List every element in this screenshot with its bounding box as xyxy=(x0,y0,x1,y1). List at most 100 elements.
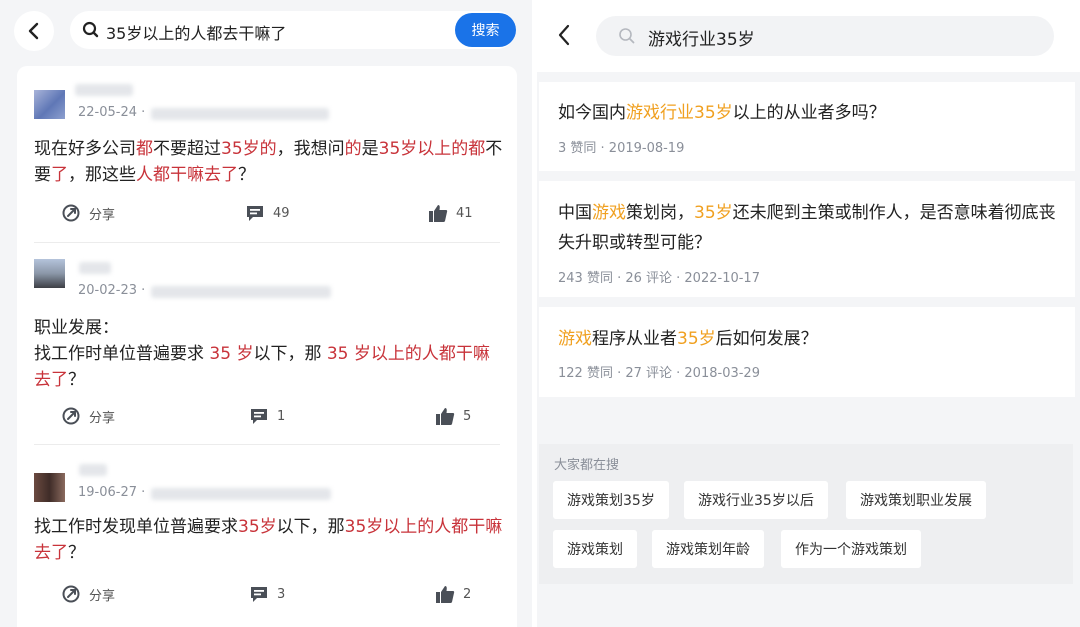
trending-tag[interactable]: 游戏策划职业发展 xyxy=(846,481,986,519)
search-result[interactable]: 游戏程序从业者35岁后如何发展？ 122 赞同 · 27 评论 · 2018-0… xyxy=(539,307,1075,397)
divider xyxy=(34,242,500,243)
search-input[interactable]: 游戏行业35岁 xyxy=(648,25,755,50)
post-date: 22-05-24 · xyxy=(78,105,146,120)
text-segment: ？ xyxy=(68,370,85,390)
avatar[interactable] xyxy=(34,259,65,288)
comment-icon xyxy=(247,206,263,221)
avatar[interactable] xyxy=(34,473,65,502)
highlighted-keyword: 都 xyxy=(136,139,153,159)
post-text[interactable]: 职业发展： 找工作时单位普遍要求 35 岁以下，那 35 岁以上的人都干嘛去了？ xyxy=(34,315,504,393)
comment-count: 1 xyxy=(277,408,286,424)
like-button[interactable]: 2 xyxy=(435,584,471,604)
search-icon xyxy=(619,28,635,44)
share-button[interactable]: 分享 xyxy=(61,584,115,604)
search-icon xyxy=(82,21,99,38)
highlighted-keyword: 人都干嘛去了 xyxy=(136,165,238,185)
username xyxy=(75,84,133,96)
text-segment: 是 xyxy=(361,139,379,159)
text-segment: 职业发展： xyxy=(34,318,119,338)
highlighted-keyword: 的 xyxy=(344,139,362,159)
comment-button[interactable]: 3 xyxy=(249,584,285,604)
post-text[interactable]: 找工作时发现单位普遍要求35岁以下，那35岁以上的人都干嘛去了？ xyxy=(34,514,504,566)
search-input[interactable]: 35岁以上的人都去干嘛了 xyxy=(106,20,286,44)
highlighted-keyword: 35岁 xyxy=(677,329,716,349)
text-segment: 现在好多公司 xyxy=(34,139,136,159)
like-count: 41 xyxy=(456,205,473,221)
text-segment: 程序从业者 xyxy=(592,329,677,349)
share-label: 分享 xyxy=(89,588,116,604)
post-date: 20-02-23 · xyxy=(78,283,146,298)
like-button[interactable]: 41 xyxy=(428,203,473,223)
back-button[interactable] xyxy=(557,24,571,50)
share-label: 分享 xyxy=(89,410,116,426)
comment-icon xyxy=(251,409,267,424)
text-segment: 中国 xyxy=(558,203,592,223)
result-meta: 3 赞同 · 2019-08-19 xyxy=(558,141,685,156)
like-icon xyxy=(436,408,455,425)
username xyxy=(79,464,107,476)
search-button[interactable]: 搜索 xyxy=(455,13,516,47)
share-icon xyxy=(62,204,80,222)
share-label: 分享 xyxy=(89,207,116,223)
right-panel: 游戏行业35岁 如今国内游戏行业35岁以上的从业者多吗？ 3 赞同 · 2019… xyxy=(537,0,1080,627)
comment-button[interactable]: 49 xyxy=(245,203,290,223)
back-icon xyxy=(28,22,39,40)
share-button[interactable]: 分享 xyxy=(61,406,115,426)
text-segment: 以下，那 xyxy=(253,344,327,364)
highlighted-keyword: 游戏行业35岁 xyxy=(626,103,733,123)
left-panel: 35岁以上的人都去干嘛了 搜索 22-05-24 · 现在好多公司都不要超过35… xyxy=(0,0,532,627)
comment-button[interactable]: 1 xyxy=(249,406,285,426)
trending-tag[interactable]: 游戏行业35岁以后 xyxy=(684,481,828,519)
username xyxy=(79,262,111,274)
trending-tag[interactable]: 游戏策划年龄 xyxy=(652,530,764,568)
search-bar[interactable]: 35岁以上的人都去干嘛了 搜索 xyxy=(70,11,516,49)
like-count: 2 xyxy=(463,586,472,602)
avatar[interactable] xyxy=(34,90,65,119)
answers-list: 22-05-24 · 现在好多公司都不要超过35岁的，我想问的是35岁以上的都不… xyxy=(17,66,517,627)
trending-tag[interactable]: 游戏策划 xyxy=(553,530,637,568)
text-segment: ，我想问 xyxy=(276,139,345,159)
highlighted-keyword: 游戏 xyxy=(558,329,592,349)
highlighted-keyword: 35岁 xyxy=(238,517,277,537)
like-button[interactable]: 5 xyxy=(435,406,471,426)
highlighted-keyword: 35岁 xyxy=(694,203,733,223)
text-segment: 如今国内 xyxy=(558,103,626,123)
trending-tag[interactable]: 游戏策划35岁 xyxy=(553,481,669,519)
highlighted-keyword: 35 岁 xyxy=(209,344,254,364)
text-segment: ？ xyxy=(68,543,85,563)
trending-title: 大家都在搜 xyxy=(554,458,620,473)
back-button[interactable] xyxy=(14,11,54,51)
comment-icon xyxy=(251,587,267,602)
header: 游戏行业35岁 xyxy=(537,0,1080,72)
text-segment: 找工作时单位普遍要求 xyxy=(34,344,210,364)
highlighted-keyword: 了 xyxy=(51,165,68,185)
post-source xyxy=(151,108,329,120)
post-text[interactable]: 现在好多公司都不要超过35岁的，我想问的是35岁以上的都不要了，那这些人都干嘛去… xyxy=(34,136,504,188)
search-result[interactable]: 中国游戏策划岗，35岁还未爬到主策或制作人，是否意味着彻底丧失升职或转型可能？ … xyxy=(539,181,1075,297)
result-title[interactable]: 中国游戏策划岗，35岁还未爬到主策或制作人，是否意味着彻底丧失升职或转型可能？ xyxy=(558,198,1058,258)
text-segment: 后如何发展？ xyxy=(715,329,818,349)
result-meta: 122 赞同 · 27 评论 · 2018-03-29 xyxy=(558,366,760,381)
result-meta: 243 赞同 · 26 评论 · 2022-10-17 xyxy=(558,271,760,286)
back-icon xyxy=(558,24,570,46)
search-bar[interactable]: 游戏行业35岁 xyxy=(596,16,1054,56)
search-result[interactable]: 如今国内游戏行业35岁以上的从业者多吗？ 3 赞同 · 2019-08-19 xyxy=(539,82,1075,171)
post-date: 19-06-27 · xyxy=(78,485,146,500)
like-icon xyxy=(429,205,448,222)
text-segment: 以下，那 xyxy=(276,517,345,537)
text-segment: 不要超过 xyxy=(153,139,221,159)
highlighted-keyword: 35岁的 xyxy=(221,139,277,159)
result-title[interactable]: 如今国内游戏行业35岁以上的从业者多吗？ xyxy=(558,98,1058,128)
text-segment: ？ xyxy=(238,165,255,185)
trending-tag[interactable]: 作为一个游戏策划 xyxy=(781,530,921,568)
text-segment: 策划岗， xyxy=(626,203,694,223)
share-icon xyxy=(62,407,80,425)
comment-count: 3 xyxy=(277,586,286,602)
share-button[interactable]: 分享 xyxy=(61,203,115,223)
text-segment: 以上的从业者多吗？ xyxy=(732,103,886,123)
like-icon xyxy=(436,586,455,603)
comment-count: 49 xyxy=(273,205,290,221)
share-icon xyxy=(62,585,80,603)
like-count: 5 xyxy=(463,408,472,424)
result-title[interactable]: 游戏程序从业者35岁后如何发展？ xyxy=(558,324,1058,354)
